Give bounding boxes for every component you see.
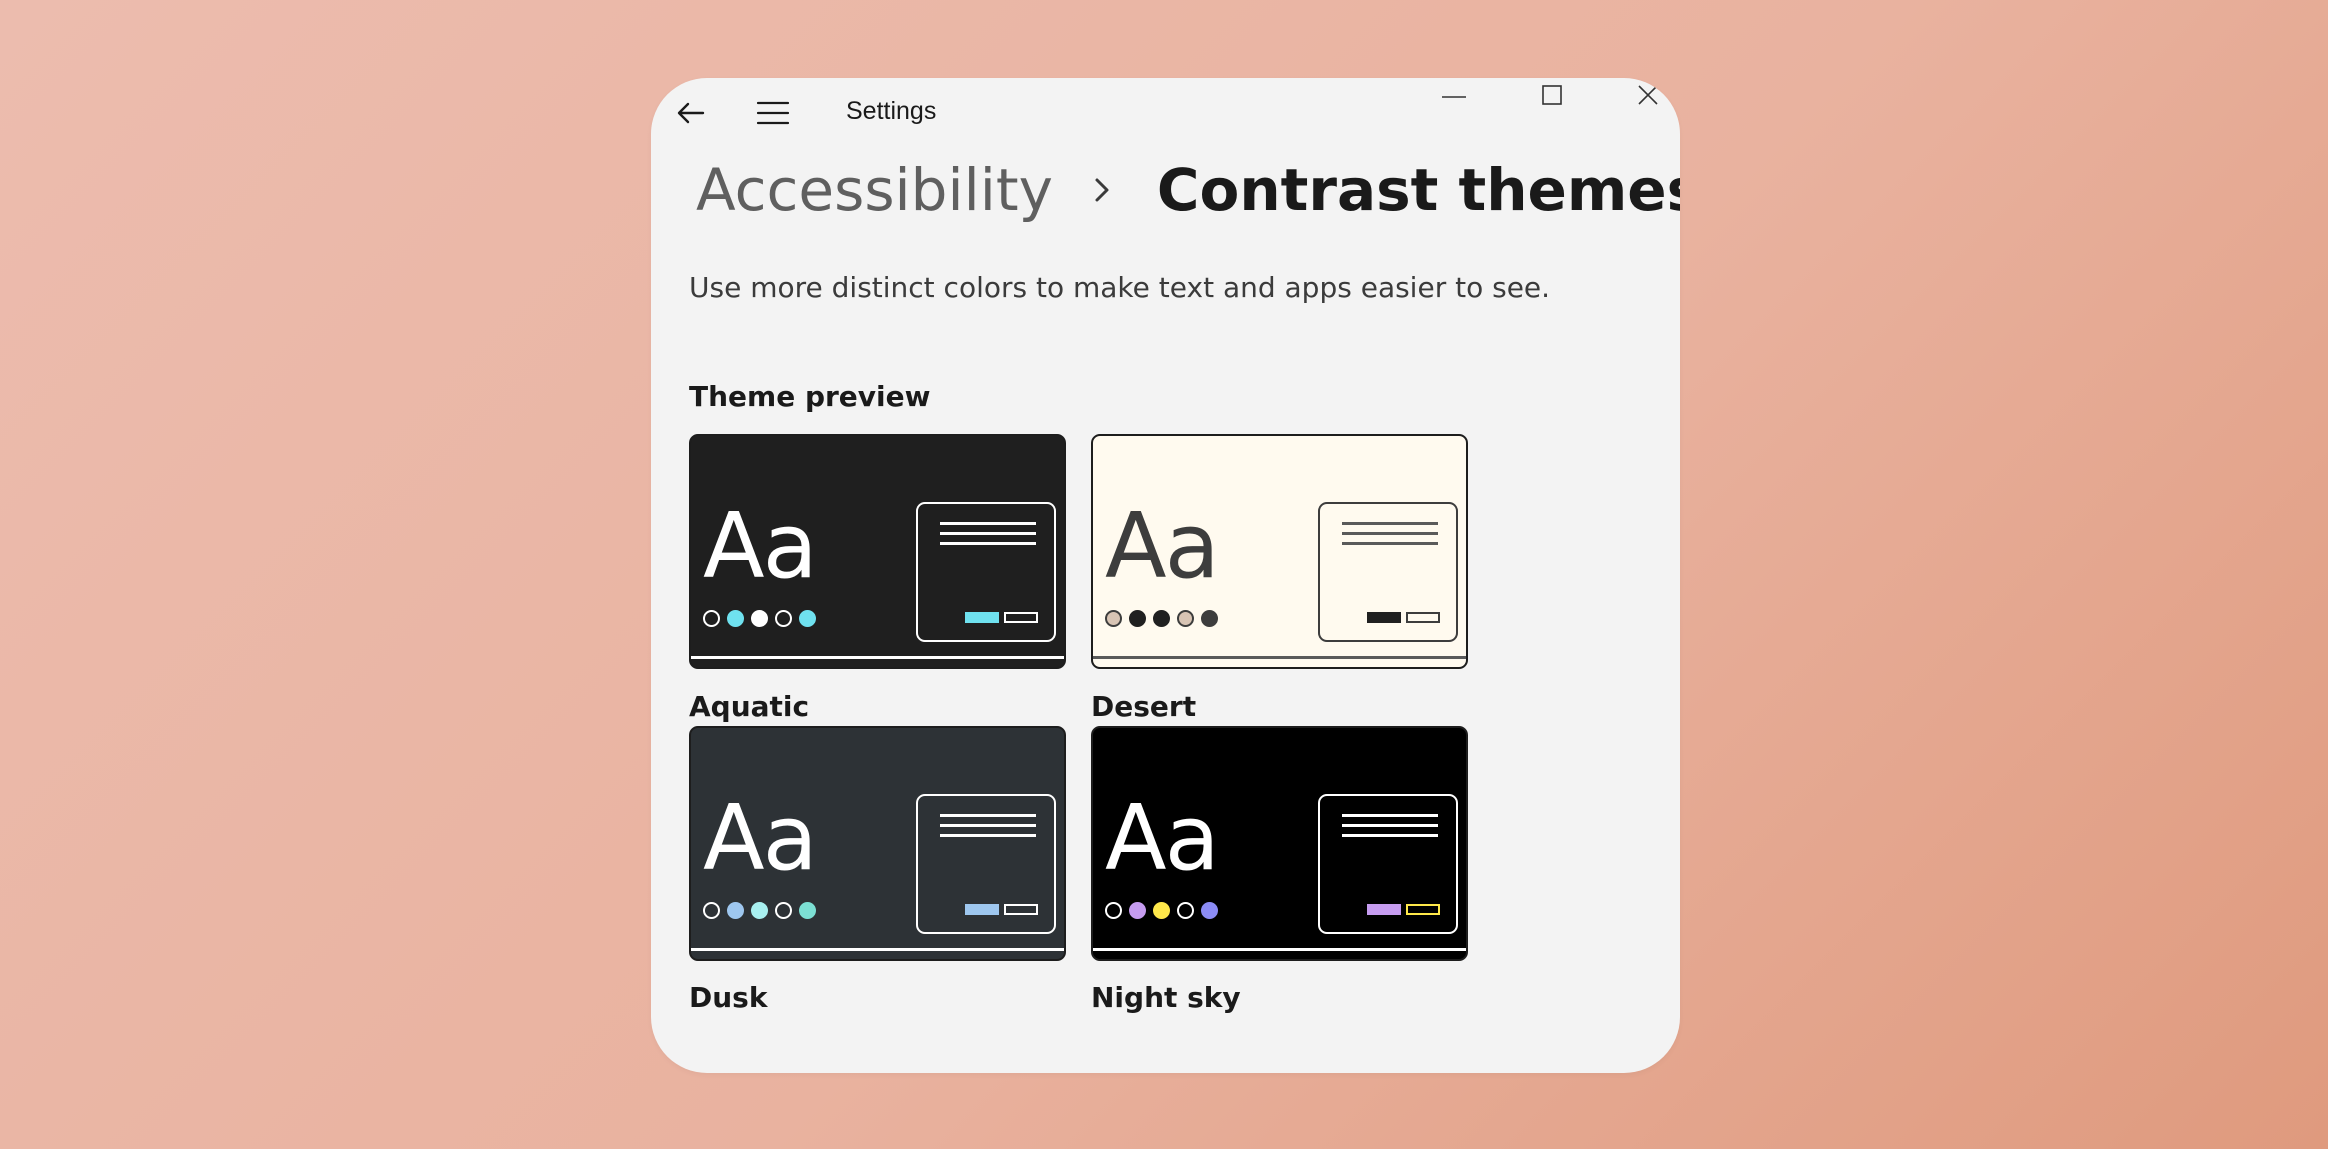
preview-text-line xyxy=(1342,542,1438,545)
chevron-right-icon xyxy=(1083,170,1123,210)
theme-card-desert[interactable]: Aa xyxy=(1091,434,1468,669)
theme-window-preview xyxy=(1318,794,1458,934)
breadcrumb-parent-link[interactable]: Accessibility xyxy=(696,156,1053,224)
color-swatch-dot xyxy=(775,610,792,627)
color-swatch-dot xyxy=(1153,902,1170,919)
preview-secondary-button xyxy=(1406,904,1440,915)
color-swatch-dot xyxy=(1129,902,1146,919)
theme-sample-text: Aa xyxy=(703,786,818,891)
preview-secondary-button xyxy=(1004,904,1038,915)
theme-window-preview xyxy=(916,794,1056,934)
theme-card-aquatic[interactable]: Aa xyxy=(689,434,1066,669)
preview-text-line xyxy=(940,542,1036,545)
preview-primary-button xyxy=(965,904,999,915)
color-swatch-dot xyxy=(1105,902,1122,919)
theme-window-preview xyxy=(1318,502,1458,642)
color-swatch-dot xyxy=(751,610,768,627)
color-swatch-dot xyxy=(775,902,792,919)
theme-preview-heading: Theme preview xyxy=(689,380,931,413)
theme-sample-text: Aa xyxy=(1105,494,1220,599)
hamburger-menu-icon[interactable] xyxy=(755,95,791,131)
theme-name-desert: Desert xyxy=(1091,690,1197,723)
theme-card-night-sky[interactable]: Aa xyxy=(1091,726,1468,961)
color-swatch-dot xyxy=(703,610,720,627)
preview-text-line xyxy=(940,834,1036,837)
color-swatch-dot xyxy=(1201,902,1218,919)
close-icon[interactable] xyxy=(1633,80,1663,110)
preview-secondary-button xyxy=(1004,612,1038,623)
color-swatch-dot xyxy=(1177,902,1194,919)
color-swatch-dot xyxy=(727,610,744,627)
preview-text-line xyxy=(1342,814,1438,817)
theme-window-preview xyxy=(916,502,1056,642)
preview-primary-button xyxy=(1367,904,1401,915)
preview-text-line xyxy=(1342,834,1438,837)
color-swatch-dot xyxy=(1153,610,1170,627)
preview-text-line xyxy=(940,522,1036,525)
theme-color-swatches xyxy=(1105,902,1218,919)
preview-secondary-button xyxy=(1406,612,1440,623)
preview-text-line xyxy=(940,824,1036,827)
back-arrow-icon[interactable] xyxy=(673,95,709,131)
preview-primary-button xyxy=(965,612,999,623)
page-title: Contrast themes xyxy=(1156,156,1680,224)
maximize-icon[interactable] xyxy=(1537,80,1567,110)
preview-baseline xyxy=(1093,656,1466,659)
color-swatch-dot xyxy=(1177,610,1194,627)
preview-baseline xyxy=(691,948,1064,951)
theme-color-swatches xyxy=(1105,610,1218,627)
breadcrumb: Accessibility Contrast themes xyxy=(696,156,1680,224)
theme-name-dusk: Dusk xyxy=(689,981,768,1014)
color-swatch-dot xyxy=(1129,610,1146,627)
minimize-icon[interactable] xyxy=(1439,82,1469,112)
theme-sample-text: Aa xyxy=(1105,786,1220,891)
window-title: Settings xyxy=(846,97,937,125)
preview-text-line xyxy=(940,814,1036,817)
color-swatch-dot xyxy=(751,902,768,919)
theme-color-swatches xyxy=(703,902,816,919)
theme-name-aquatic: Aquatic xyxy=(689,690,810,723)
color-swatch-dot xyxy=(1201,610,1218,627)
preview-text-line xyxy=(940,532,1036,535)
theme-name-night-sky: Night sky xyxy=(1091,981,1241,1014)
preview-text-line xyxy=(1342,532,1438,535)
preview-baseline xyxy=(1093,948,1466,951)
color-swatch-dot xyxy=(1105,610,1122,627)
color-swatch-dot xyxy=(703,902,720,919)
preview-text-line xyxy=(1342,522,1438,525)
theme-card-dusk[interactable]: Aa xyxy=(689,726,1066,961)
color-swatch-dot xyxy=(727,902,744,919)
settings-window: Settings Accessibility Contrast themes U… xyxy=(651,78,1680,1073)
preview-text-line xyxy=(1342,824,1438,827)
title-bar: Settings xyxy=(651,78,1680,148)
preview-baseline xyxy=(691,656,1064,659)
theme-color-swatches xyxy=(703,610,816,627)
page-description: Use more distinct colors to make text an… xyxy=(689,271,1551,304)
theme-sample-text: Aa xyxy=(703,494,818,599)
color-swatch-dot xyxy=(799,902,816,919)
preview-primary-button xyxy=(1367,612,1401,623)
color-swatch-dot xyxy=(799,610,816,627)
